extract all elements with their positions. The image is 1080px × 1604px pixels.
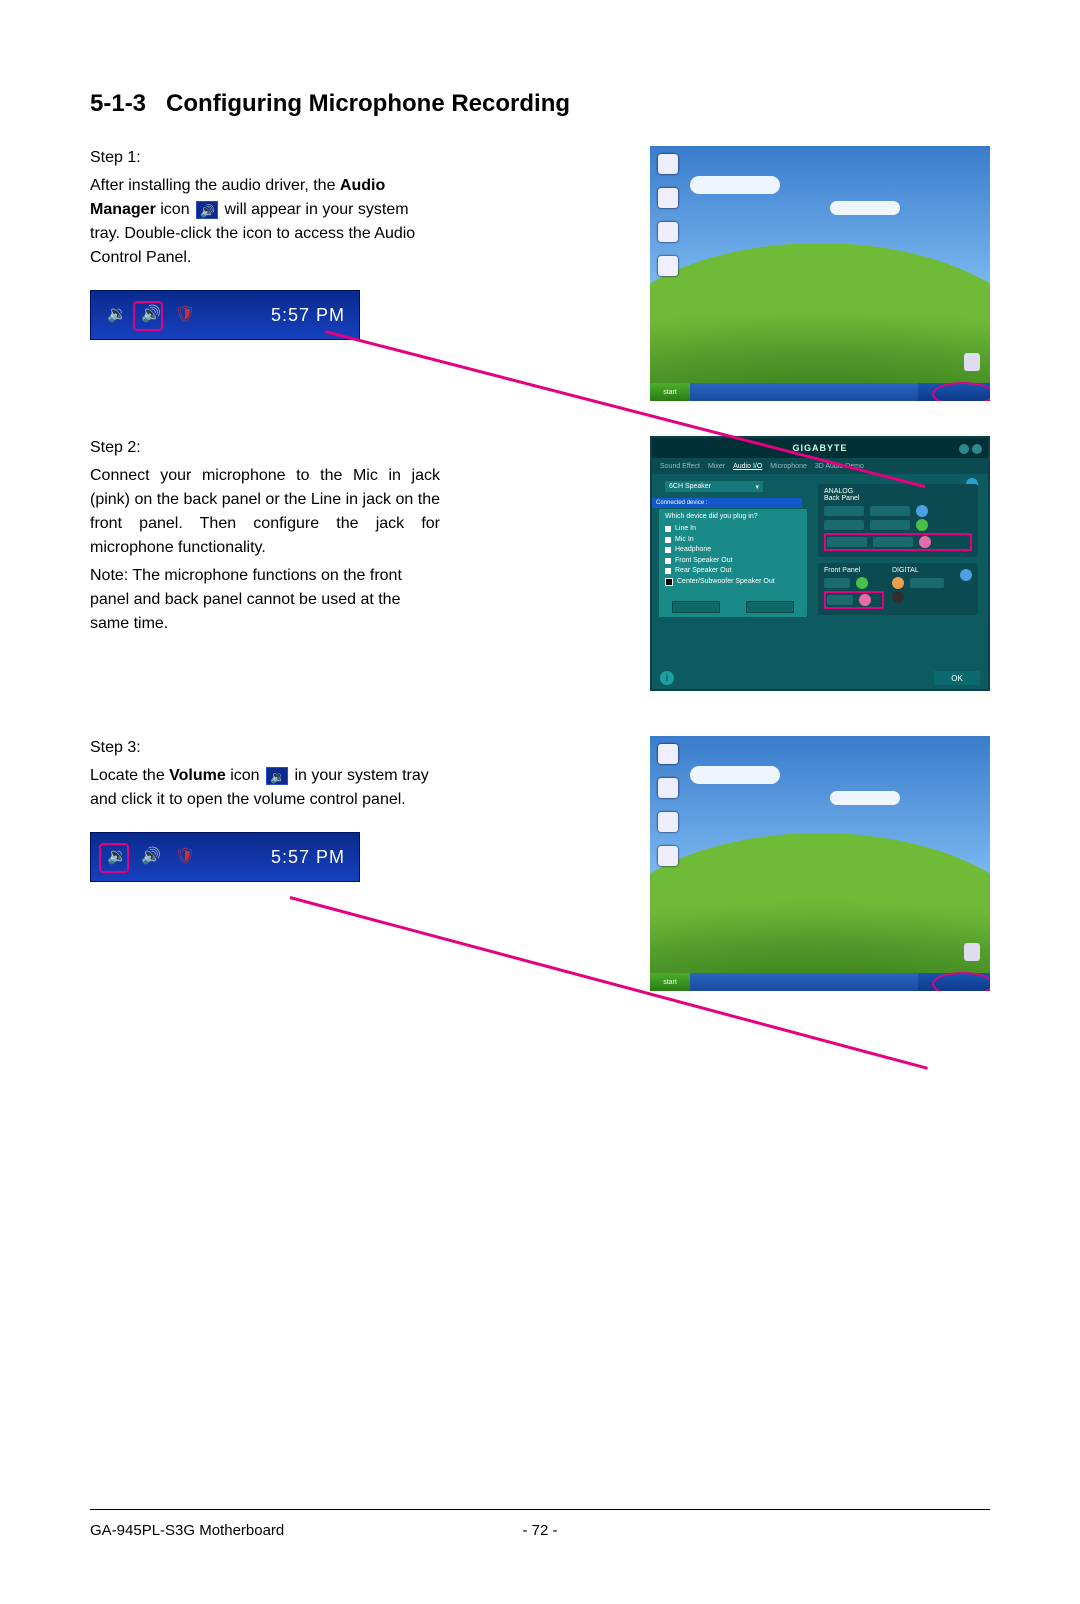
desktop-icon[interactable] — [658, 812, 678, 832]
device-plugin-popup: Which device did you plug in? Line In Mi… — [658, 508, 808, 618]
popup-option[interactable]: Headphone — [665, 545, 801, 556]
back-panel-section: ANALOGBack Panel — [818, 484, 978, 557]
jack-front-out[interactable] — [856, 577, 868, 589]
highlight-mic-in-back — [824, 533, 972, 551]
popup-title: Which device did you plug in? — [665, 513, 801, 520]
popup-ok-button[interactable] — [672, 601, 720, 613]
step-3-text: Step 3: Locate the Volume icon in your s… — [90, 736, 460, 882]
jack-digital-2[interactable] — [892, 591, 904, 603]
start-button[interactable]: start — [650, 383, 690, 401]
section-title-text: Configuring Microphone Recording — [166, 90, 570, 117]
jack-panel: ANALOGBack Panel Front Panel DIGITAL — [818, 484, 978, 621]
desktop-icon[interactable] — [658, 846, 678, 866]
volume-tray-icon — [266, 767, 288, 785]
step-2-text: Step 2: Connect your microphone to the M… — [90, 436, 460, 640]
help-icon[interactable]: i — [660, 671, 674, 685]
chevron-down-icon: ▾ — [755, 483, 759, 491]
tray-clock: 5:57 PM — [271, 844, 345, 871]
step-1-paragraph: After installing the audio driver, the A… — [90, 174, 440, 270]
tab-audio-io[interactable]: Audio I/O — [733, 463, 762, 470]
jack-digital-1[interactable] — [892, 577, 904, 589]
audio-manager-tray-icon[interactable]: 🔊 — [139, 845, 163, 869]
close-button[interactable] — [972, 444, 982, 454]
ok-button[interactable]: OK — [934, 671, 980, 685]
system-tray[interactable] — [918, 973, 990, 991]
highlight-volume-icon — [99, 843, 129, 873]
highlight-audio-manager — [133, 301, 163, 331]
tab-sound-effect[interactable]: Sound Effect — [660, 463, 700, 470]
step-2-paragraph-b: Note: The microphone functions on the fr… — [90, 564, 440, 636]
minimize-button[interactable] — [959, 444, 969, 454]
desktop-icon[interactable] — [658, 256, 678, 276]
step-2-block: Step 2: Connect your microphone to the M… — [90, 436, 990, 706]
system-tray[interactable] — [918, 383, 990, 401]
step-1-text: Step 1: After installing the audio drive… — [90, 146, 460, 340]
panel-titlebar: GIGABYTE — [652, 438, 988, 458]
audio-control-panel: GIGABYTE Sound Effect Mixer Audio I/O Mi… — [650, 436, 990, 691]
desktop-icon[interactable] — [658, 188, 678, 208]
taskbar: start — [650, 973, 990, 991]
recycle-bin-icon[interactable] — [964, 943, 980, 961]
popup-option[interactable]: Front Speaker Out — [665, 556, 801, 567]
step-2-paragraph-a: Connect your microphone to the Mic in ja… — [90, 464, 440, 560]
jack-line-in[interactable] — [916, 505, 928, 517]
popup-option[interactable]: Rear Speaker Out — [665, 566, 801, 577]
jack-mic-in-back[interactable] — [919, 536, 931, 548]
section-heading: 5-1-3 Configuring Microphone Recording — [90, 90, 990, 118]
step-2-label: Step 2: — [90, 436, 440, 460]
security-shield-icon[interactable]: 🛡 — [173, 845, 197, 869]
highlight-tray-area — [932, 972, 990, 991]
security-shield-icon[interactable]: 🛡 — [173, 303, 197, 327]
desktop-icon[interactable] — [658, 222, 678, 242]
popup-option[interactable]: Line In — [665, 524, 801, 535]
page-number: - 72 - — [522, 1522, 557, 1539]
step-3-paragraph: Locate the Volume icon in your system tr… — [90, 764, 440, 812]
desktop-icon[interactable] — [658, 154, 678, 174]
highlight-mic-in-front — [824, 591, 884, 609]
desktop-screenshot-1: start — [650, 146, 990, 401]
footer-model: GA-945PL-S3G Motherboard — [90, 1522, 284, 1539]
desktop-screenshot-2: start — [650, 736, 990, 991]
jack-line-out[interactable] — [916, 519, 928, 531]
speaker-config-dropdown[interactable]: 6CH Speaker ▾ — [664, 480, 764, 493]
recycle-bin-icon[interactable] — [964, 353, 980, 371]
step-1-block: Step 1: After installing the audio drive… — [90, 146, 990, 406]
audio-manager-icon — [196, 201, 218, 219]
popup-cancel-button[interactable] — [746, 601, 794, 613]
start-button[interactable]: start — [650, 973, 690, 991]
popup-option[interactable]: Mic In — [665, 535, 801, 546]
section-number: 5-1-3 — [90, 90, 146, 117]
page-footer: GA-945PL-S3G Motherboard - 72 - — [90, 1509, 990, 1539]
connected-device-bar: Connected device : — [652, 498, 802, 508]
step-3-label: Step 3: — [90, 736, 440, 760]
jack-mic-in-front[interactable] — [859, 594, 871, 606]
volume-icon[interactable]: 🔉 — [105, 303, 129, 327]
step-1-label: Step 1: — [90, 146, 440, 170]
system-tray-closeup-1: 🔉 🔊 🛡 5:57 PM — [90, 290, 360, 340]
highlight-tray-area — [932, 382, 990, 401]
tab-microphone[interactable]: Microphone — [770, 463, 807, 470]
info-dot-icon[interactable] — [960, 569, 972, 581]
desktop-icon[interactable] — [658, 778, 678, 798]
taskbar: start — [650, 383, 990, 401]
step-3-block: Step 3: Locate the Volume icon in your s… — [90, 736, 990, 1016]
popup-option-selected[interactable]: Center/Subwoofer Speaker Out — [665, 577, 801, 588]
desktop-icon[interactable] — [658, 744, 678, 764]
system-tray-closeup-2: 🔉 🔊 🛡 5:57 PM — [90, 832, 360, 882]
tab-mixer[interactable]: Mixer — [708, 463, 725, 470]
front-panel-section: Front Panel DIGITAL — [818, 563, 978, 615]
tray-clock: 5:57 PM — [271, 302, 345, 329]
